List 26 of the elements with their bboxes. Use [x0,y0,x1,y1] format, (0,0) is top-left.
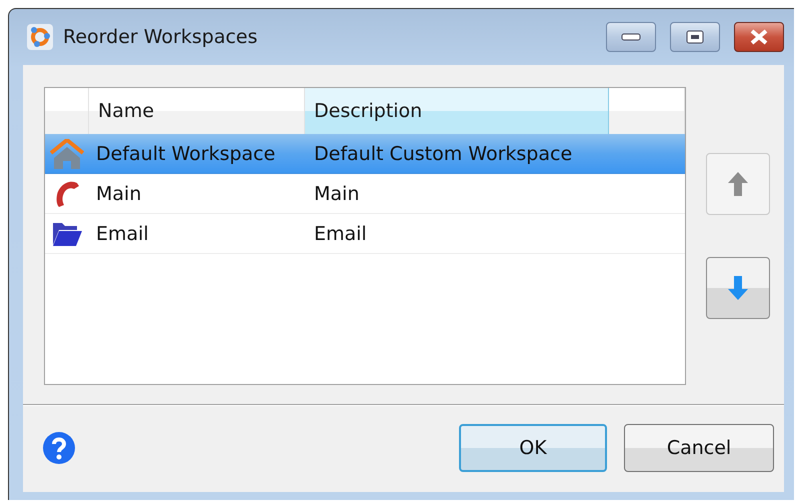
house-icon [50,138,84,168]
app-logo-icon [27,24,53,50]
table-cell-text: Main [95,182,142,204]
column-header[interactable]: Description [305,88,609,134]
table-cell-text: Main [313,182,360,204]
table-row[interactable]: Default Workspace Default Custom Workspace [45,134,685,174]
table-cell-text: Email [313,222,368,244]
column-header [45,88,89,134]
table-cell-text: Default Workspace [95,142,276,164]
down-arrow-icon [727,275,749,301]
folder-icon [51,220,83,246]
table-cell-text: Email [95,222,150,244]
maximize-button[interactable] [670,22,720,52]
minimize-button[interactable] [606,22,656,52]
window-title: Reorder Workspaces [63,26,258,48]
up-arrow-icon [727,171,749,197]
maximize-icon [686,30,704,44]
cancel-button[interactable]: Cancel [624,424,774,472]
close-icon [748,29,770,45]
help-icon[interactable] [43,432,75,464]
move-down-button[interactable] [706,257,770,319]
table-cell-text: Default Custom Workspace [313,142,574,164]
minimize-icon [621,33,641,41]
column-header[interactable]: Name [89,88,305,134]
close-button[interactable] [734,22,784,52]
ok-button[interactable]: OK [459,424,607,472]
